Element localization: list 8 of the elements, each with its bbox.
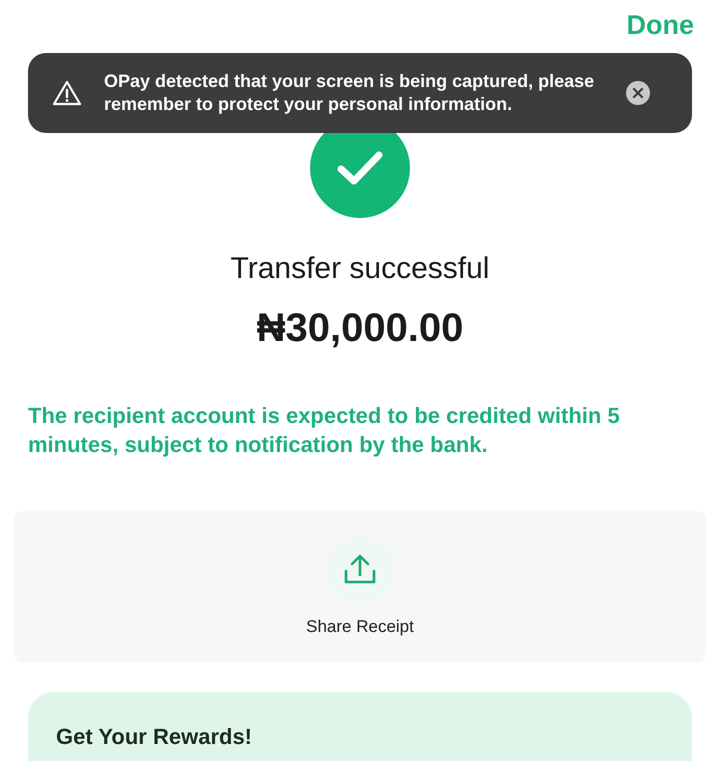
share-receipt-label[interactable]: Share Receipt <box>306 617 414 637</box>
warning-icon <box>52 79 82 107</box>
status-title: Transfer successful <box>230 252 490 286</box>
amount: ₦30,000.00 <box>256 306 464 351</box>
close-icon[interactable] <box>626 81 650 105</box>
credit-notice: The recipient account is expected to be credited within 5 minutes, subject to notification by the bank. <box>28 402 621 459</box>
rewards-title: Get Your Rewards! <box>56 724 252 749</box>
toast-message: OPay detected that your screen is being captured, please remember to protect your personal information. <box>104 70 596 116</box>
